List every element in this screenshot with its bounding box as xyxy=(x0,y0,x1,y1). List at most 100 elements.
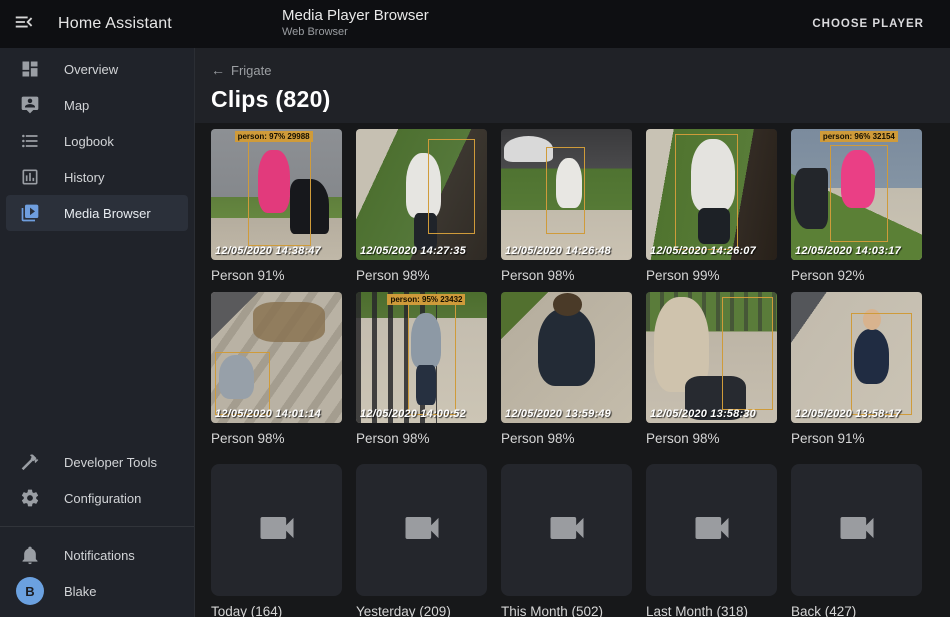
back-arrow-icon: ← xyxy=(211,62,225,78)
sidebar-spacer xyxy=(0,231,194,444)
clip-caption: Person 98% xyxy=(646,431,777,446)
clip-tile[interactable]: 12/05/2020 14:01:14 Person 98% xyxy=(211,292,342,446)
folders-grid: Today (164) Yesterday (209) This Month (… xyxy=(211,455,934,617)
clip-thumbnail: 12/05/2020 14:01:14 xyxy=(211,292,342,423)
sidebar-item-notifications[interactable]: Notifications xyxy=(6,537,188,573)
sidebar-item-label: Developer Tools xyxy=(64,455,157,470)
folder-caption: This Month (502) xyxy=(501,604,632,617)
menu-open-icon xyxy=(13,11,35,38)
folder-thumbnail xyxy=(211,464,342,596)
folder-tile[interactable]: This Month (502) xyxy=(501,464,632,617)
detection-bounding-box xyxy=(408,302,455,415)
sidebar-divider xyxy=(0,526,194,527)
sidebar-item-media-browser[interactable]: Media Browser xyxy=(6,195,188,231)
detection-label: person: 95% 23432 xyxy=(387,294,465,305)
clip-tile[interactable]: 12/05/2020 14:26:07 Person 99% xyxy=(646,129,777,283)
clip-tile[interactable]: 12/05/2020 13:58:30 Person 98% xyxy=(646,292,777,446)
page-heading: Clips (820) xyxy=(211,86,934,113)
video-camera-icon xyxy=(400,506,444,555)
clip-thumbnail: person: 97% 29988 12/05/2020 14:38:47 xyxy=(211,129,342,260)
clip-timestamp: 12/05/2020 14:38:47 xyxy=(215,245,321,257)
sidebar-item-label: Configuration xyxy=(64,491,141,506)
sidebar-item-map[interactable]: Map xyxy=(6,87,188,123)
sidebar-item-configuration[interactable]: Configuration xyxy=(6,480,188,516)
user-name: Blake xyxy=(64,584,97,599)
detection-bounding-box xyxy=(722,297,773,410)
sidebar-item-developer-tools[interactable]: Developer Tools xyxy=(6,444,188,480)
folder-thumbnail xyxy=(791,464,922,596)
gear-icon xyxy=(20,488,40,508)
sidebar-item-label: Overview xyxy=(64,62,118,77)
history-chart-icon xyxy=(20,167,40,187)
sidebar-item-label: Map xyxy=(64,98,89,113)
sidebar-bottom-list: Developer Tools Configuration xyxy=(0,444,194,516)
sidebar-item-history[interactable]: History xyxy=(6,159,188,195)
clip-caption: Person 91% xyxy=(791,431,922,446)
clip-timestamp: 12/05/2020 14:26:07 xyxy=(650,245,756,257)
detection-label: person: 96% 32154 xyxy=(820,131,898,142)
folder-tile[interactable]: Today (164) xyxy=(211,464,342,617)
sidebar-item-label: Logbook xyxy=(64,134,114,149)
clip-caption: Person 98% xyxy=(211,431,342,446)
folder-thumbnail xyxy=(356,464,487,596)
clip-timestamp: 12/05/2020 14:27:35 xyxy=(360,245,466,257)
dashboard-icon xyxy=(20,59,40,79)
sidebar-item-overview[interactable]: Overview xyxy=(6,51,188,87)
detection-label: person: 97% 29988 xyxy=(235,131,313,142)
folder-tile[interactable]: Back (427) xyxy=(791,464,922,617)
clip-caption: Person 98% xyxy=(356,431,487,446)
bell-icon xyxy=(20,545,40,565)
sidebar: Overview Map Logbook History Media Brows… xyxy=(0,48,195,617)
logbook-icon xyxy=(20,131,40,151)
folder-tile[interactable]: Last Month (318) xyxy=(646,464,777,617)
breadcrumb-back[interactable]: ← Frigate xyxy=(211,62,271,78)
clip-tile[interactable]: person: 96% 32154 12/05/2020 14:03:17 Pe… xyxy=(791,129,922,283)
detection-bounding-box xyxy=(215,352,270,415)
clip-caption: Person 98% xyxy=(501,268,632,283)
clip-timestamp: 12/05/2020 14:00:52 xyxy=(360,408,466,420)
sidebar-item-label: History xyxy=(64,170,104,185)
video-camera-icon xyxy=(835,506,879,555)
clip-thumbnail: 12/05/2020 14:26:07 xyxy=(646,129,777,260)
clip-tile[interactable]: 12/05/2020 14:27:35 Person 98% xyxy=(356,129,487,283)
sidebar-item-user[interactable]: B Blake xyxy=(6,573,188,609)
clips-scroll-area[interactable]: person: 97% 29988 12/05/2020 14:38:47 Pe… xyxy=(195,123,950,617)
detection-bounding-box xyxy=(830,145,888,242)
detection-bounding-box xyxy=(428,139,475,233)
clip-tile[interactable]: 12/05/2020 13:58:17 Person 91% xyxy=(791,292,922,446)
media-browser-icon xyxy=(20,203,40,223)
detection-bounding-box xyxy=(248,133,311,246)
folder-thumbnail xyxy=(646,464,777,596)
clip-tile[interactable]: person: 97% 29988 12/05/2020 14:38:47 Pe… xyxy=(211,129,342,283)
hammer-icon xyxy=(20,452,40,472)
clip-caption: Person 98% xyxy=(501,431,632,446)
video-camera-icon xyxy=(545,506,589,555)
avatar: B xyxy=(16,577,44,605)
page-title-block: Media Player Browser Web Browser xyxy=(282,7,429,38)
clip-thumbnail: 12/05/2020 14:27:35 xyxy=(356,129,487,260)
clip-tile[interactable]: person: 95% 23432 12/05/2020 14:00:52 Pe… xyxy=(356,292,487,446)
breadcrumb-label: Frigate xyxy=(231,63,271,78)
video-camera-icon xyxy=(690,506,734,555)
clip-thumbnail: person: 96% 32154 12/05/2020 14:03:17 xyxy=(791,129,922,260)
sidebar-toggle-button[interactable] xyxy=(0,0,48,48)
folder-tile[interactable]: Yesterday (209) xyxy=(356,464,487,617)
clip-thumbnail: 12/05/2020 13:58:17 xyxy=(791,292,922,423)
clip-thumbnail: person: 95% 23432 12/05/2020 14:00:52 xyxy=(356,292,487,423)
choose-player-button[interactable]: CHOOSE PLAYER xyxy=(804,10,932,38)
sidebar-item-logbook[interactable]: Logbook xyxy=(6,123,188,159)
clip-tile[interactable]: 12/05/2020 13:59:49 Person 98% xyxy=(501,292,632,446)
clip-thumbnail: 12/05/2020 13:59:49 xyxy=(501,292,632,423)
folder-thumbnail xyxy=(501,464,632,596)
sidebar-nav-list: Overview Map Logbook History Media Brows… xyxy=(0,51,194,231)
page-title: Media Player Browser xyxy=(282,7,429,24)
top-app-bar: Home Assistant Media Player Browser Web … xyxy=(0,0,950,48)
map-icon xyxy=(20,95,40,115)
clip-tile[interactable]: 12/05/2020 14:26:48 Person 98% xyxy=(501,129,632,283)
clip-timestamp: 12/05/2020 14:03:17 xyxy=(795,245,901,257)
clip-timestamp: 12/05/2020 13:58:17 xyxy=(795,408,901,420)
folder-caption: Last Month (318) xyxy=(646,604,777,617)
clip-timestamp: 12/05/2020 13:59:49 xyxy=(505,408,611,420)
detection-bounding-box xyxy=(851,313,911,415)
page-subtitle: Web Browser xyxy=(282,26,429,38)
